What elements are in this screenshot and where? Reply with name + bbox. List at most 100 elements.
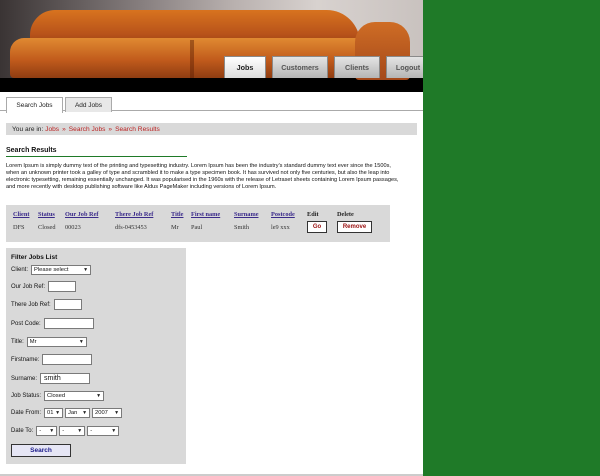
date-from-year-select[interactable]: 2007 ▼ xyxy=(92,408,123,418)
cell-surname: Smith xyxy=(234,223,250,231)
our-ref-input[interactable] xyxy=(48,281,77,292)
there-ref-input[interactable] xyxy=(53,299,82,310)
title-row: Title: Mr ▼ xyxy=(11,337,89,347)
main-nav: Jobs Customers Clients Logout xyxy=(224,56,423,78)
col-delete: Delete xyxy=(337,210,354,218)
page-title: Search Results xyxy=(6,147,57,154)
client-row: Client: Please select ▼ xyxy=(11,265,93,275)
breadcrumb-prefix: You are in: xyxy=(12,125,44,133)
client-label: Client: xyxy=(11,267,29,273)
remove-button[interactable]: Remove xyxy=(337,221,372,233)
cell-postcode: le9 xxx xyxy=(271,223,290,231)
sub-tabs: Search Jobs Add Jobs xyxy=(0,95,423,113)
col-status[interactable]: Status xyxy=(38,205,65,219)
our-ref-label: Our Job Ref: xyxy=(11,283,46,290)
breadcrumb-separator: » xyxy=(108,125,113,133)
table-header-row: Client Status Our Job Ref There Job Ref … xyxy=(6,205,377,219)
date-from-day-value: 01 xyxy=(47,410,54,416)
breadcrumb-search-results[interactable]: Search Results xyxy=(115,126,160,133)
cell-edit: Go xyxy=(307,219,337,235)
col-title[interactable]: Title xyxy=(171,205,191,219)
there-ref-row: There Job Ref: xyxy=(11,299,82,310)
chevron-down-icon: ▼ xyxy=(96,393,102,399)
chevron-down-icon: ▼ xyxy=(82,410,88,416)
firstname-input[interactable] xyxy=(42,354,93,365)
cell-status: Closed xyxy=(38,223,56,231)
search-button[interactable]: Search xyxy=(11,444,71,457)
title-underline xyxy=(6,156,187,157)
nav-tab-jobs[interactable]: Jobs xyxy=(224,56,266,78)
intro-text: Lorem Ipsum is simply dummy text of the … xyxy=(6,163,399,190)
title-label: Title: xyxy=(11,339,24,345)
cell-our-ref: 00023 xyxy=(65,223,81,231)
table-row: DFS Closed 00023 dfs-0453453 Mr Paul Smi… xyxy=(6,219,377,235)
chevron-down-icon: ▼ xyxy=(78,339,84,345)
date-to-year-select[interactable]: - ▼ xyxy=(87,426,120,436)
surname-input[interactable]: smith xyxy=(40,373,91,384)
tab-add-jobs[interactable]: Add Jobs xyxy=(65,97,112,112)
cell-title: Mr xyxy=(171,223,179,231)
status-select-value: Closed xyxy=(47,393,66,399)
client-select[interactable]: Please select ▼ xyxy=(31,265,92,275)
postcode-row: Post Code: xyxy=(11,318,94,329)
breadcrumb-search-jobs[interactable]: Search Jobs xyxy=(69,126,106,133)
right-green-panel xyxy=(423,0,600,476)
title-select[interactable]: Mr ▼ xyxy=(26,337,87,347)
postcode-input[interactable] xyxy=(43,318,94,329)
cell-delete: Remove xyxy=(337,219,377,235)
go-button[interactable]: Go xyxy=(307,221,327,233)
col-postcode[interactable]: Postcode xyxy=(271,205,307,219)
postcode-label: Post Code: xyxy=(11,320,41,327)
cell-first-name: Paul xyxy=(191,223,203,231)
chevron-down-icon: ▼ xyxy=(49,428,55,434)
there-ref-label: There Job Ref: xyxy=(11,301,51,308)
nav-tab-logout[interactable]: Logout xyxy=(386,56,423,78)
results-table-panel: Client Status Our Job Ref There Job Ref … xyxy=(6,205,390,242)
cell-client: DFS xyxy=(13,223,25,231)
status-row: Job Status: Closed ▼ xyxy=(11,391,106,401)
date-to-month-select[interactable]: - ▼ xyxy=(59,426,86,436)
firstname-row: Firstname: xyxy=(11,354,93,365)
date-from-month-select[interactable]: Jan ▼ xyxy=(65,408,91,418)
status-select[interactable]: Closed ▼ xyxy=(44,391,105,401)
surname-label: Surname: xyxy=(11,375,38,382)
client-select-value: Please select xyxy=(34,267,69,273)
cell-there-ref: dfs-0453453 xyxy=(115,223,147,231)
date-to-year-value: - xyxy=(90,428,93,434)
sofa-crease-shape xyxy=(190,40,194,78)
breadcrumb: You are in: Jobs » Search Jobs » Search … xyxy=(6,123,417,135)
filter-panel: Filter Jobs List Client: Please select ▼ … xyxy=(6,248,186,464)
chevron-down-icon: ▼ xyxy=(77,428,83,434)
tab-search-jobs[interactable]: Search Jobs xyxy=(6,97,63,113)
surname-row: Surname: smith xyxy=(11,373,91,384)
date-to-label: Date To: xyxy=(11,428,34,434)
col-there-job-ref[interactable]: There Job Ref xyxy=(115,205,171,219)
page: Jobs Customers Clients Logout Search Job… xyxy=(0,0,423,476)
date-to-day-value: - xyxy=(39,428,42,434)
date-from-row: Date From: 01 ▼ Jan ▼ 2007 ▼ xyxy=(11,408,124,418)
breadcrumb-separator: » xyxy=(62,125,66,133)
col-edit: Edit xyxy=(307,210,319,218)
chevron-down-icon: ▼ xyxy=(55,410,61,416)
col-first-name[interactable]: First name xyxy=(191,205,234,219)
status-label: Job Status: xyxy=(11,393,42,399)
date-to-row: Date To: - ▼ - ▼ - ▼ xyxy=(11,426,121,436)
nav-tab-clients[interactable]: Clients xyxy=(334,56,380,78)
date-to-month-value: - xyxy=(62,428,65,434)
firstname-label: Firstname: xyxy=(11,356,40,363)
date-to-day-select[interactable]: - ▼ xyxy=(36,426,58,436)
chevron-down-icon: ▼ xyxy=(111,428,117,434)
breadcrumb-jobs[interactable]: Jobs xyxy=(45,126,59,133)
our-ref-row: Our Job Ref: xyxy=(11,281,77,292)
chevron-down-icon: ▼ xyxy=(83,267,89,273)
date-from-label: Date From: xyxy=(11,410,42,416)
col-surname[interactable]: Surname xyxy=(234,205,271,219)
date-from-day-select[interactable]: 01 ▼ xyxy=(44,408,64,418)
nav-tab-customers[interactable]: Customers xyxy=(272,56,328,78)
col-our-job-ref[interactable]: Our Job Ref xyxy=(65,205,115,219)
chevron-down-icon: ▼ xyxy=(114,410,120,416)
header-banner: Jobs Customers Clients Logout xyxy=(0,0,423,92)
results-table: Client Status Our Job Ref There Job Ref … xyxy=(6,205,377,235)
col-client[interactable]: Client xyxy=(13,205,38,219)
filter-title: Filter Jobs List xyxy=(11,254,58,261)
